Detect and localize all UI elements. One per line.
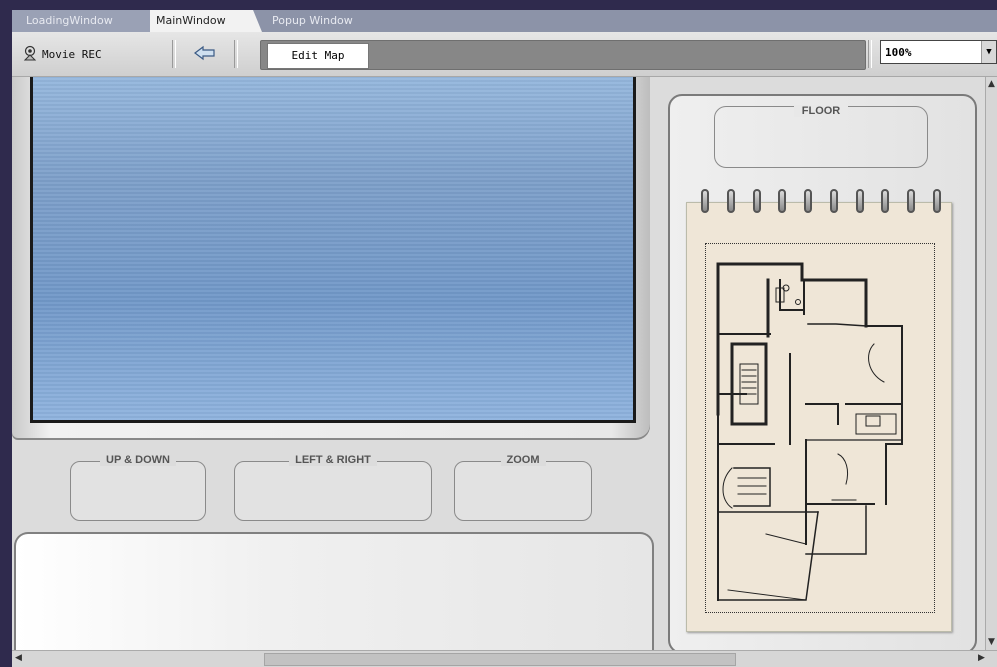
up-down-control[interactable]: UP & DOWN: [70, 454, 206, 521]
ring-icon: [752, 189, 761, 213]
bottom-panel: [14, 532, 654, 652]
scroll-down-icon[interactable]: ▼: [988, 637, 995, 647]
video-viewport[interactable]: [30, 77, 636, 423]
ring-icon: [701, 189, 709, 213]
zoom-control[interactable]: ZOOM: [454, 454, 592, 521]
ring-icon: [726, 189, 735, 213]
ring-icon: [778, 189, 787, 213]
horizontal-scrollbar[interactable]: ◀ ▶: [12, 650, 997, 667]
left-right-label: LEFT & RIGHT: [289, 454, 377, 466]
floor-map-notepad: [686, 189, 952, 632]
movie-rec-label: Movie REC: [42, 47, 102, 61]
edit-map-bar: Edit Map: [260, 40, 866, 70]
scroll-up-icon[interactable]: ▲: [988, 79, 995, 89]
ring-icon: [855, 189, 864, 213]
ring-icon: [932, 189, 941, 213]
floor-label: FLOOR: [793, 105, 849, 117]
left-right-control[interactable]: LEFT & RIGHT: [234, 454, 432, 521]
floor-panel: FLOOR: [668, 94, 977, 654]
back-button[interactable]: [192, 44, 220, 64]
toolbar-separator: [868, 40, 872, 68]
main-content: UP & DOWN LEFT & RIGHT ZOOM FLOOR: [12, 77, 997, 654]
back-arrow-icon: [192, 45, 218, 65]
toolbar: Movie REC Edit Map 100% ▼: [12, 32, 997, 77]
floor-plan[interactable]: [705, 243, 935, 613]
up-down-label: UP & DOWN: [100, 454, 176, 466]
spiral-rings: [701, 189, 941, 217]
movie-rec-button[interactable]: Movie REC: [22, 44, 102, 64]
scroll-left-icon[interactable]: ◀: [15, 653, 22, 663]
floor-selector[interactable]: FLOOR: [714, 105, 928, 168]
tab-loading-window[interactable]: LoadingWindow: [12, 10, 160, 32]
ring-icon: [829, 189, 838, 213]
chevron-down-icon[interactable]: ▼: [981, 41, 996, 63]
scrollbar-thumb[interactable]: [264, 653, 736, 666]
window-frame: LoadingWindow MainWindow Popup Window Mo…: [0, 0, 997, 667]
edit-map-button[interactable]: Edit Map: [267, 43, 369, 69]
vertical-scrollbar[interactable]: ▲ ▼: [985, 77, 997, 650]
ring-icon: [907, 189, 916, 213]
ring-icon: [881, 189, 890, 213]
video-panel: [12, 77, 650, 440]
tab-bar: LoadingWindow MainWindow Popup Window: [12, 10, 997, 32]
zoom-label: ZOOM: [500, 454, 546, 466]
zoom-value: 100%: [885, 46, 912, 59]
floor-plan-icon: [716, 262, 903, 601]
toolbar-separator: [172, 40, 176, 68]
tab-popup-window[interactable]: Popup Window: [256, 10, 392, 32]
toolbar-separator: [234, 40, 238, 68]
ring-icon: [804, 189, 813, 213]
scroll-right-icon[interactable]: ▶: [978, 653, 985, 663]
webcam-icon: [22, 45, 38, 64]
tab-main-window[interactable]: MainWindow: [150, 10, 262, 32]
zoom-select[interactable]: 100% ▼: [880, 40, 997, 64]
